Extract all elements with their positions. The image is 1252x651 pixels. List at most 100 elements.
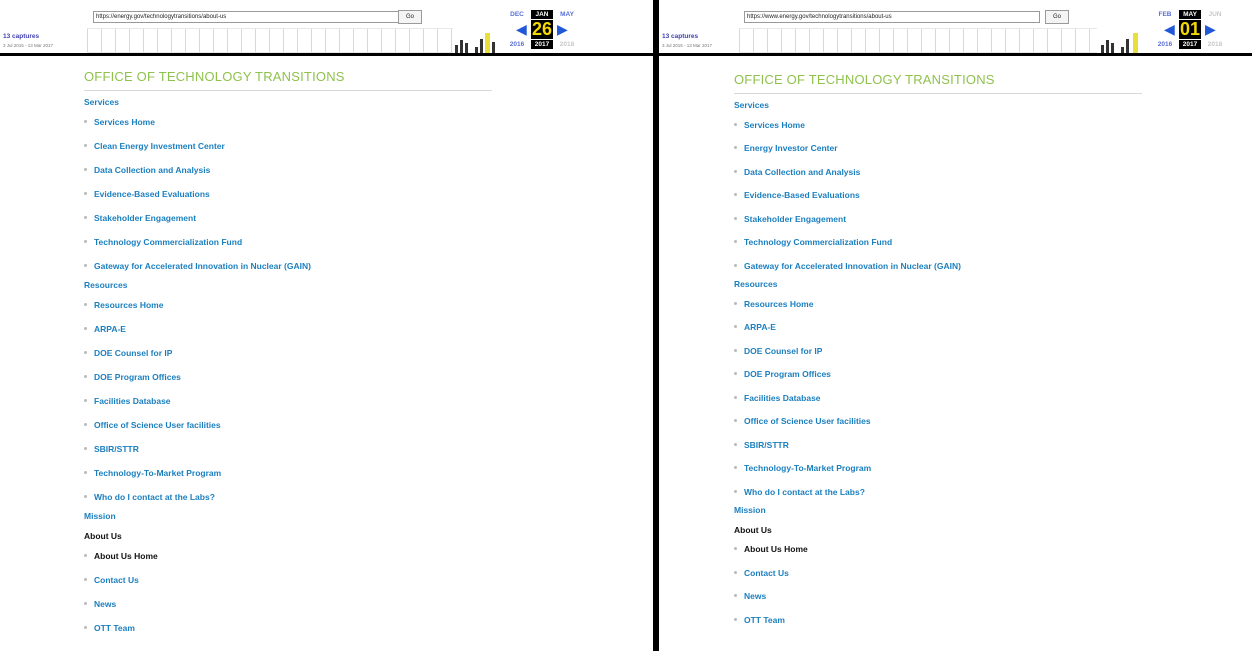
nav-item-about-us-home[interactable]: About Us Home: [84, 551, 158, 561]
nav-item-office-of-science-user-facilities[interactable]: Office of Science User facilities: [734, 416, 871, 426]
nav-item-label: Energy Investor Center: [744, 143, 838, 153]
nav-item-facilities-database[interactable]: Facilities Database: [734, 393, 821, 403]
go-button[interactable]: Go: [1045, 10, 1069, 24]
nav-item-contact-us[interactable]: Contact Us: [734, 568, 789, 578]
next-year-link: 2018: [1207, 41, 1223, 48]
bullet-icon: [734, 122, 737, 126]
nav-item-data-collection-and-analysis[interactable]: Data Collection and Analysis: [84, 165, 210, 175]
bullet-icon: [84, 447, 87, 451]
page-title: OFFICE OF TECHNOLOGY TRANSITIONS: [84, 69, 492, 91]
bullet-icon: [84, 303, 87, 307]
nav-item-label: Resources Home: [94, 300, 164, 310]
nav-item-news[interactable]: News: [84, 599, 116, 609]
bullet-icon: [84, 602, 87, 606]
nav-item-arpa-e[interactable]: ARPA-E: [734, 322, 776, 332]
nav-item-gateway-for-accelerated-innovation-in-nuclear-gain[interactable]: Gateway for Accelerated Innovation in Nu…: [734, 261, 961, 271]
prev-year-link[interactable]: 2016: [506, 40, 528, 49]
next-month-link[interactable]: MAY: [556, 10, 578, 19]
section-heading-about-us: About Us: [84, 531, 122, 541]
prev-month-link[interactable]: DEC: [506, 10, 528, 19]
nav-item-gateway-for-accelerated-innovation-in-nuclear-gain[interactable]: Gateway for Accelerated Innovation in Nu…: [84, 261, 311, 271]
nav-item-contact-us[interactable]: Contact Us: [84, 575, 139, 585]
nav-item-ott-team[interactable]: OTT Team: [84, 623, 135, 633]
nav-item-services-home[interactable]: Services Home: [84, 117, 155, 127]
captures-link[interactable]: 13 captures: [3, 33, 39, 40]
nav-item-label: Who do I contact at the Labs?: [94, 492, 215, 502]
nav-item-who-do-i-contact-at-the-labs[interactable]: Who do I contact at the Labs?: [734, 487, 865, 497]
prev-capture-arrow-icon[interactable]: ◀: [1164, 22, 1175, 36]
nav-item-clean-energy-investment-center[interactable]: Clean Energy Investment Center: [84, 141, 225, 151]
section-heading-mission[interactable]: Mission: [84, 511, 116, 521]
current-month: MAY: [1179, 10, 1201, 19]
capture-sparkline[interactable]: [739, 28, 1097, 53]
nav-item-technology-commercialization-fund[interactable]: Technology Commercialization Fund: [84, 237, 242, 247]
nav-item-ott-team[interactable]: OTT Team: [734, 615, 785, 625]
section-heading-mission[interactable]: Mission: [734, 505, 766, 515]
nav-item-evidence-based-evaluations[interactable]: Evidence-Based Evaluations: [734, 190, 860, 200]
bullet-icon: [84, 120, 87, 124]
section-heading-resources[interactable]: Resources: [84, 280, 127, 290]
nav-item-sbir-sttr[interactable]: SBIR/STTR: [84, 444, 139, 454]
url-input[interactable]: https://www.energy.gov/technologytransit…: [744, 11, 1040, 23]
nav-item-facilities-database[interactable]: Facilities Database: [84, 396, 171, 406]
nav-item-sbir-sttr[interactable]: SBIR/STTR: [734, 440, 789, 450]
bullet-icon: [734, 169, 737, 173]
nav-item-doe-program-offices[interactable]: DOE Program Offices: [84, 372, 181, 382]
nav-item-resources-home[interactable]: Resources Home: [734, 299, 813, 309]
prev-month-link[interactable]: FEB: [1154, 10, 1176, 19]
nav-item-label: Contact Us: [94, 575, 139, 585]
nav-item-data-collection-and-analysis[interactable]: Data Collection and Analysis: [734, 167, 860, 177]
bullet-icon: [84, 264, 87, 268]
capture-histogram[interactable]: [1101, 30, 1147, 53]
bullet-icon: [84, 375, 87, 379]
bullet-icon: [734, 216, 737, 220]
next-capture-arrow-icon[interactable]: ▶: [557, 22, 568, 36]
nav-item-doe-counsel-for-ip[interactable]: DOE Counsel for IP: [734, 346, 822, 356]
url-input[interactable]: https://energy.gov/technologytransitions…: [93, 11, 399, 23]
nav-item-about-us-home[interactable]: About Us Home: [734, 544, 808, 554]
nav-item-stakeholder-engagement[interactable]: Stakeholder Engagement: [84, 213, 196, 223]
bullet-icon: [84, 626, 87, 630]
nav-item-technology-to-market-program[interactable]: Technology-To-Market Program: [84, 468, 221, 478]
nav-item-label: Clean Energy Investment Center: [94, 141, 225, 151]
prev-year-link[interactable]: 2016: [1154, 40, 1176, 49]
nav-item-who-do-i-contact-at-the-labs[interactable]: Who do I contact at the Labs?: [84, 492, 215, 502]
nav-item-arpa-e[interactable]: ARPA-E: [84, 324, 126, 334]
nav-item-label: Technology-To-Market Program: [94, 468, 222, 478]
current-capture-bar: [1133, 33, 1138, 53]
bullet-icon: [734, 617, 737, 621]
nav-item-evidence-based-evaluations[interactable]: Evidence-Based Evaluations: [84, 189, 210, 199]
prev-capture-arrow-icon[interactable]: ◀: [516, 22, 527, 36]
section-heading-services[interactable]: Services: [84, 97, 119, 107]
nav-item-energy-investor-center[interactable]: Energy Investor Center: [734, 143, 838, 153]
nav-item-resources-home[interactable]: Resources Home: [84, 300, 163, 310]
bullet-icon: [734, 325, 737, 329]
nav-item-doe-counsel-for-ip[interactable]: DOE Counsel for IP: [84, 348, 172, 358]
nav-item-label: Evidence-Based Evaluations: [744, 190, 860, 200]
nav-item-technology-to-market-program[interactable]: Technology-To-Market Program: [734, 463, 871, 473]
capture-bar: [492, 42, 495, 53]
nav-item-technology-commercialization-fund[interactable]: Technology Commercialization Fund: [734, 237, 892, 247]
capture-sparkline[interactable]: [87, 28, 453, 53]
section-heading-services[interactable]: Services: [734, 100, 769, 110]
current-month: JAN: [531, 10, 553, 19]
next-capture-arrow-icon[interactable]: ▶: [1205, 22, 1216, 36]
nav-item-services-home[interactable]: Services Home: [734, 120, 805, 130]
bullet-icon: [734, 419, 737, 423]
captures-link[interactable]: 13 captures: [662, 33, 698, 40]
bullet-icon: [84, 423, 87, 427]
nav-item-stakeholder-engagement[interactable]: Stakeholder Engagement: [734, 214, 846, 224]
nav-item-label: ARPA-E: [94, 324, 126, 334]
nav-item-label: Data Collection and Analysis: [744, 166, 861, 177]
capture-day: 26: [531, 19, 553, 39]
capture-histogram[interactable]: [455, 30, 501, 53]
nav-item-news[interactable]: News: [734, 591, 766, 601]
nav-item-office-of-science-user-facilities[interactable]: Office of Science User facilities: [84, 420, 221, 430]
bullet-icon: [84, 327, 87, 331]
nav-item-label: OTT Team: [744, 614, 785, 625]
bullet-icon: [734, 240, 737, 244]
go-button[interactable]: Go: [398, 10, 422, 24]
bullet-icon: [84, 351, 87, 355]
section-heading-resources[interactable]: Resources: [734, 279, 777, 289]
nav-item-doe-program-offices[interactable]: DOE Program Offices: [734, 369, 831, 379]
